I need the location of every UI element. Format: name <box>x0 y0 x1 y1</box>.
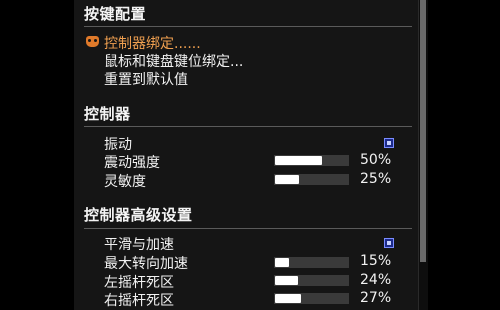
section-title-controller-advanced: 控制器高级设置 <box>84 206 193 224</box>
slider-fill <box>275 258 289 267</box>
slider-fill <box>275 175 299 184</box>
smoothing-checkbox[interactable] <box>384 238 394 248</box>
right-stick-deadzone-slider[interactable] <box>274 293 349 304</box>
section-title-key-config: 按键配置 <box>84 5 147 23</box>
divider <box>84 126 412 127</box>
max-turn-accel-value: 15% <box>360 253 392 269</box>
sensitivity-label: 灵敏度 <box>104 174 146 190</box>
vibration-strength-label: 震动强度 <box>104 155 160 171</box>
sensitivity-value: 25% <box>360 171 392 187</box>
right-stick-deadzone-label: 右摇杆死区 <box>104 293 174 309</box>
right-stick-deadzone-value: 27% <box>360 290 392 306</box>
left-stick-deadzone-slider[interactable] <box>274 275 349 286</box>
divider <box>84 26 412 27</box>
sensitivity-slider[interactable] <box>274 174 349 185</box>
left-stick-deadzone-value: 24% <box>360 272 392 288</box>
mouse-keyboard-binding-menu-item[interactable]: 鼠标和键盘键位绑定... <box>104 51 243 71</box>
smoothing-label: 平滑与加速 <box>104 237 174 253</box>
scrollbar-thumb[interactable] <box>420 0 426 262</box>
vibration-strength-value: 50% <box>360 152 392 168</box>
vibration-strength-slider[interactable] <box>274 155 349 166</box>
controller-binding-menu-item[interactable]: 控制器绑定...... <box>104 33 201 53</box>
slider-fill <box>275 294 301 303</box>
vibration-checkbox[interactable] <box>384 138 394 148</box>
slider-fill <box>275 276 298 285</box>
reset-defaults-menu-item[interactable]: 重置到默认值 <box>104 69 188 89</box>
left-stick-deadzone-label: 左摇杆死区 <box>104 275 174 291</box>
max-turn-accel-slider[interactable] <box>274 257 349 268</box>
max-turn-accel-label: 最大转向加速 <box>104 256 188 272</box>
vibration-label: 振动 <box>104 137 132 153</box>
divider <box>84 228 412 229</box>
slider-fill <box>275 156 322 165</box>
section-title-controller: 控制器 <box>84 105 131 123</box>
gamepad-icon <box>86 36 99 47</box>
